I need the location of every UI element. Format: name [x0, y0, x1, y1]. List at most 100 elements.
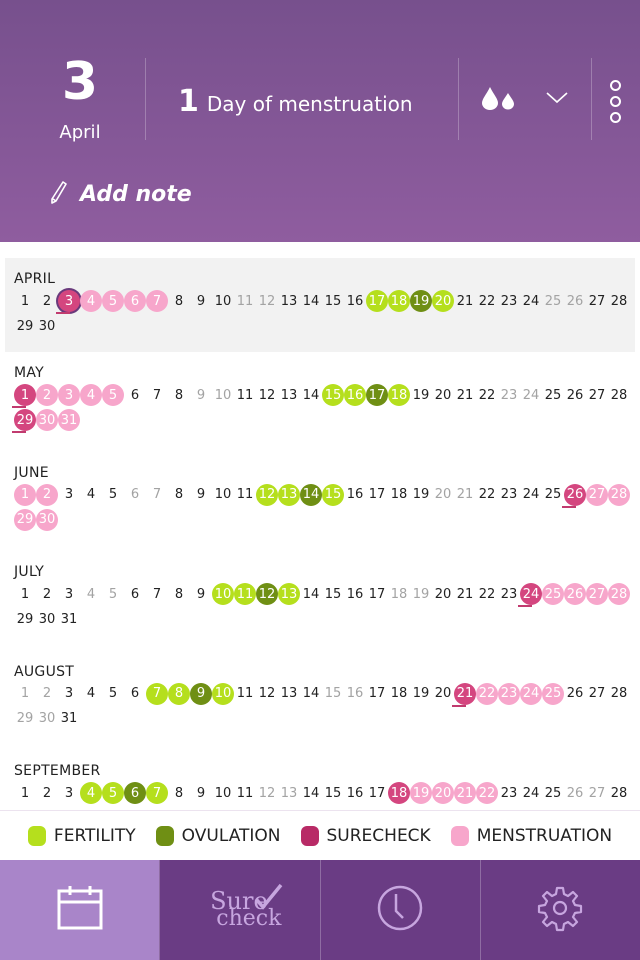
day-cell[interactable]: 8	[168, 484, 190, 506]
day-cell[interactable]: 26	[564, 782, 586, 804]
day-cell[interactable]: 10	[212, 290, 234, 312]
day-cell[interactable]: 5	[102, 484, 124, 506]
day-cell[interactable]: 7	[146, 583, 168, 605]
day-cell[interactable]: 28	[608, 483, 630, 506]
day-cell[interactable]: 27	[586, 782, 608, 804]
day-cell[interactable]: 12	[256, 290, 278, 312]
day-cell[interactable]: 10	[212, 682, 234, 705]
day-cell[interactable]: 19	[410, 782, 432, 804]
day-cell[interactable]: 22	[476, 484, 498, 506]
day-cell[interactable]: 9	[190, 682, 212, 705]
day-cell[interactable]: 9	[190, 290, 212, 312]
day-cell[interactable]: 12	[256, 483, 278, 506]
day-cell[interactable]: 16	[344, 290, 366, 312]
day-cell[interactable]: 1	[14, 483, 36, 506]
day-cell[interactable]: 30	[36, 409, 58, 431]
day-cell[interactable]: 22	[476, 682, 498, 705]
tab-history[interactable]	[319, 860, 480, 960]
day-cell[interactable]: 6	[124, 484, 146, 506]
day-cell[interactable]: 18	[388, 290, 410, 312]
day-cell[interactable]: 20	[432, 782, 454, 804]
day-cell[interactable]: 6	[124, 384, 146, 406]
day-cell[interactable]: 4	[80, 484, 102, 506]
day-cell[interactable]: 27	[586, 483, 608, 506]
day-cell[interactable]: 17	[366, 583, 388, 605]
day-cell[interactable]: 25	[542, 484, 564, 506]
day-cell[interactable]: 27	[586, 384, 608, 406]
day-cell[interactable]: 15	[322, 583, 344, 605]
day-cell[interactable]: 12	[256, 683, 278, 705]
day-cell[interactable]: 22	[476, 384, 498, 406]
day-cell[interactable]: 13	[278, 683, 300, 705]
day-cell[interactable]: 1	[14, 583, 36, 605]
day-cell[interactable]: 16	[344, 384, 366, 406]
day-cell[interactable]: 11	[234, 683, 256, 705]
day-cell[interactable]: 13	[278, 290, 300, 312]
day-cell[interactable]: 29	[14, 508, 36, 531]
day-cell[interactable]: 24	[520, 290, 542, 312]
day-cell[interactable]: 19	[410, 583, 432, 605]
day-cell[interactable]: 25	[542, 782, 564, 804]
day-cell[interactable]: 13	[278, 483, 300, 506]
day-cell[interactable]: 18	[388, 583, 410, 605]
day-cell[interactable]: 21	[454, 384, 476, 406]
day-cell[interactable]: 27	[586, 290, 608, 312]
day-cell[interactable]: 26	[564, 583, 586, 605]
day-cell[interactable]: 2	[36, 683, 58, 705]
day-cell[interactable]: 5	[102, 384, 124, 406]
tab-calendar[interactable]	[0, 860, 160, 960]
tab-settings[interactable]	[479, 860, 640, 960]
day-cell[interactable]: 21	[454, 583, 476, 605]
day-cell[interactable]: 2	[36, 384, 58, 406]
day-cell[interactable]: 13	[278, 583, 300, 605]
day-cell[interactable]: 28	[608, 782, 630, 804]
day-cell[interactable]: 11	[234, 290, 256, 312]
more-options-icon[interactable]	[610, 80, 621, 123]
day-cell[interactable]: 27	[586, 583, 608, 605]
day-cell[interactable]: 26	[564, 290, 586, 312]
day-cell[interactable]: 23	[498, 484, 520, 506]
day-cell[interactable]: 9	[190, 484, 212, 506]
day-cell[interactable]: 7	[146, 782, 168, 804]
day-cell[interactable]: 19	[410, 384, 432, 406]
day-cell[interactable]: 28	[608, 290, 630, 312]
day-cell[interactable]: 6	[124, 583, 146, 605]
day-cell[interactable]: 14	[300, 483, 322, 506]
selected-date[interactable]: 3 April	[40, 52, 120, 143]
day-cell[interactable]: 20	[432, 384, 454, 406]
day-cell[interactable]: 11	[234, 782, 256, 804]
day-cell[interactable]: 7	[146, 290, 168, 312]
year-calendar[interactable]: APRIL 1 2 3 4 5 6 7 8 9 10 11 12 13 14 15 16 17 18 19 20 21 22…	[0, 242, 640, 810]
day-cell[interactable]: 11	[234, 384, 256, 406]
day-cell[interactable]: 16	[344, 583, 366, 605]
day-cell[interactable]: 28	[608, 583, 630, 605]
day-cell[interactable]: 14	[300, 683, 322, 705]
day-cell[interactable]: 2	[36, 583, 58, 605]
day-cell[interactable]: 13	[278, 384, 300, 406]
day-cell[interactable]: 19	[410, 290, 432, 312]
day-cell[interactable]: 15	[322, 782, 344, 804]
day-cell[interactable]: 15	[322, 683, 344, 705]
day-cell[interactable]: 25	[542, 290, 564, 312]
day-cell[interactable]: 17	[366, 484, 388, 506]
day-cell[interactable]: 3	[56, 290, 80, 314]
day-cell[interactable]: 29	[14, 315, 36, 337]
day-cell[interactable]: 7	[146, 384, 168, 406]
day-cell[interactable]: 9	[190, 782, 212, 804]
day-cell[interactable]: 9	[190, 583, 212, 605]
day-cell[interactable]: 26	[562, 483, 586, 508]
day-cell[interactable]: 28	[608, 384, 630, 406]
day-cell[interactable]: 21	[454, 782, 476, 804]
day-cell[interactable]: 25	[542, 583, 564, 605]
day-cell[interactable]: 1	[14, 683, 36, 705]
day-cell[interactable]: 8	[168, 583, 190, 605]
day-cell[interactable]: 26	[564, 384, 586, 406]
day-cell[interactable]: 16	[344, 683, 366, 705]
day-cell[interactable]: 15	[322, 290, 344, 312]
day-cell[interactable]: 5	[102, 583, 124, 605]
day-cell[interactable]: 23	[498, 682, 520, 705]
day-cell[interactable]: 4	[80, 384, 102, 406]
day-cell[interactable]: 21	[454, 484, 476, 506]
day-cell[interactable]: 5	[102, 782, 124, 804]
day-cell[interactable]: 8	[168, 384, 190, 406]
